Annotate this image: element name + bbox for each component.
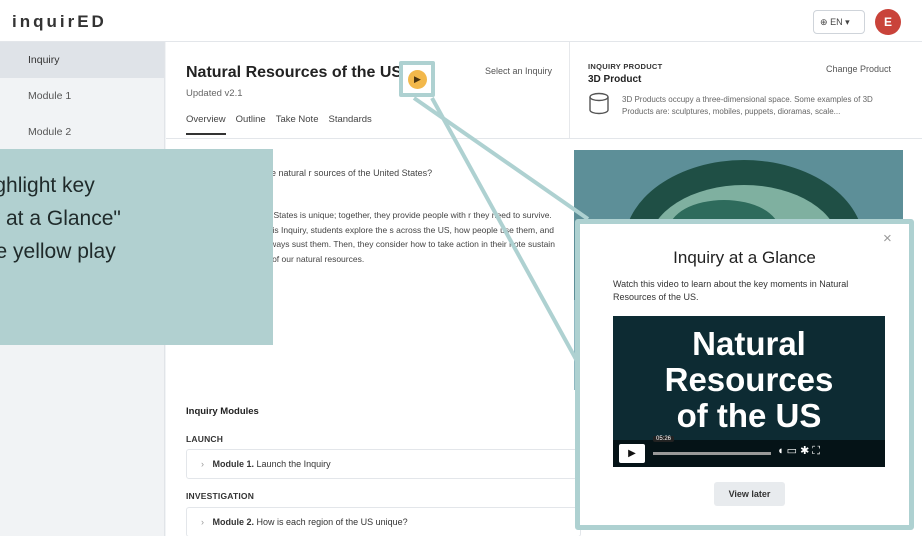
- play-button[interactable]: ▶: [408, 70, 427, 89]
- chevron-right-icon: ›: [201, 459, 204, 469]
- video-duration: 05:26: [653, 436, 675, 442]
- callout-line: highlight key: [0, 174, 95, 197]
- page-title: Natural Resources of the US: [186, 64, 403, 81]
- captions-icon[interactable]: ▭: [787, 445, 800, 457]
- sidebar-item-module-2[interactable]: Module 2: [0, 114, 164, 150]
- sidebar-item-module-1[interactable]: Module 1: [0, 78, 164, 114]
- tab-take-note[interactable]: Take Note: [276, 114, 319, 135]
- sidebar-item-inquiry[interactable]: Inquiry: [0, 42, 164, 78]
- video-title-line: of the US: [676, 397, 822, 434]
- video-player[interactable]: Natural Resources of the US ▶ 05:26 ◖▭✱⛶: [613, 316, 885, 467]
- product-description: 3D Products occupy a three-dimensional s…: [622, 95, 873, 116]
- play-icon: ▶: [414, 74, 421, 84]
- module-row-2[interactable]: › Module 2. How is each region of the US…: [186, 507, 581, 536]
- module-row-1[interactable]: › Module 1. Launch the Inquiry: [186, 449, 581, 479]
- gear-icon[interactable]: ✱: [800, 445, 812, 457]
- module-title: How is each region of the US unique?: [256, 517, 408, 527]
- video-title-line: Resources: [664, 361, 834, 398]
- language-label: EN: [830, 17, 843, 27]
- avatar[interactable]: E: [875, 9, 901, 35]
- tab-outline[interactable]: Outline: [236, 114, 266, 135]
- module-number: Module 2.: [212, 517, 255, 527]
- product-eyebrow: INQUIRY PRODUCT: [588, 62, 663, 71]
- view-later-button[interactable]: View later: [714, 482, 785, 506]
- modal-description: Watch this video to learn about the key …: [613, 279, 849, 302]
- video-controls: ▶ 05:26 ◖▭✱⛶: [613, 436, 885, 467]
- product-title: 3D Product: [588, 74, 642, 85]
- video-play-icon[interactable]: ▶: [619, 444, 645, 463]
- inquiry-at-a-glance-modal: × Inquiry at a Glance Watch this video t…: [575, 219, 914, 530]
- play-highlight-box: ▶: [399, 61, 435, 97]
- chevron-right-icon: ›: [201, 517, 204, 527]
- tab-bar: Overview Outline Take Note Standards: [186, 114, 372, 135]
- logo[interactable]: inquirED: [12, 12, 107, 32]
- video-scrubber[interactable]: [653, 452, 771, 455]
- instruction-callout: highlight key iry at a Glance" the yello…: [0, 149, 273, 345]
- module-title: Launch the Inquiry: [256, 459, 331, 469]
- app-window: inquirED ⊕ EN ▾ E Inquiry Module 1 Modul…: [0, 0, 922, 536]
- header-rule: [166, 138, 922, 139]
- select-inquiry-link[interactable]: Select an Inquiry: [485, 66, 552, 76]
- modal-title: Inquiry at a Glance: [673, 248, 816, 267]
- tab-overview[interactable]: Overview: [186, 114, 226, 135]
- language-selector[interactable]: ⊕ EN ▾: [813, 10, 865, 34]
- cylinder-icon: [588, 92, 610, 121]
- top-bar: inquirED ⊕ EN ▾ E: [0, 0, 922, 42]
- video-title-line: Natural: [692, 325, 806, 362]
- header-divider: [569, 42, 570, 138]
- chevron-down-icon: ▾: [845, 17, 850, 27]
- tab-standards[interactable]: Standards: [328, 114, 371, 135]
- group-label-launch: LAUNCH: [186, 434, 224, 444]
- modules-heading: Inquiry Modules: [186, 406, 259, 417]
- callout-line: the yellow play: [0, 240, 116, 263]
- module-number: Module 1.: [212, 459, 255, 469]
- inquiry-overview-text: Unit States is unique; together, they pr…: [256, 210, 555, 264]
- fullscreen-icon[interactable]: ⛶: [812, 445, 823, 457]
- video-thumbnail-title: Natural Resources of the US: [613, 326, 885, 434]
- close-icon[interactable]: ×: [883, 230, 892, 247]
- change-product-link[interactable]: Change Product: [826, 64, 891, 74]
- group-label-investigation: INVESTIGATION: [186, 491, 255, 501]
- volume-icon[interactable]: ◖: [777, 445, 787, 457]
- essential-question: e the natural r sources of the United St…: [256, 168, 433, 178]
- globe-icon: ⊕: [820, 17, 828, 27]
- callout-line: iry at a Glance": [0, 207, 121, 230]
- version-label: Updated v2.1: [186, 88, 243, 99]
